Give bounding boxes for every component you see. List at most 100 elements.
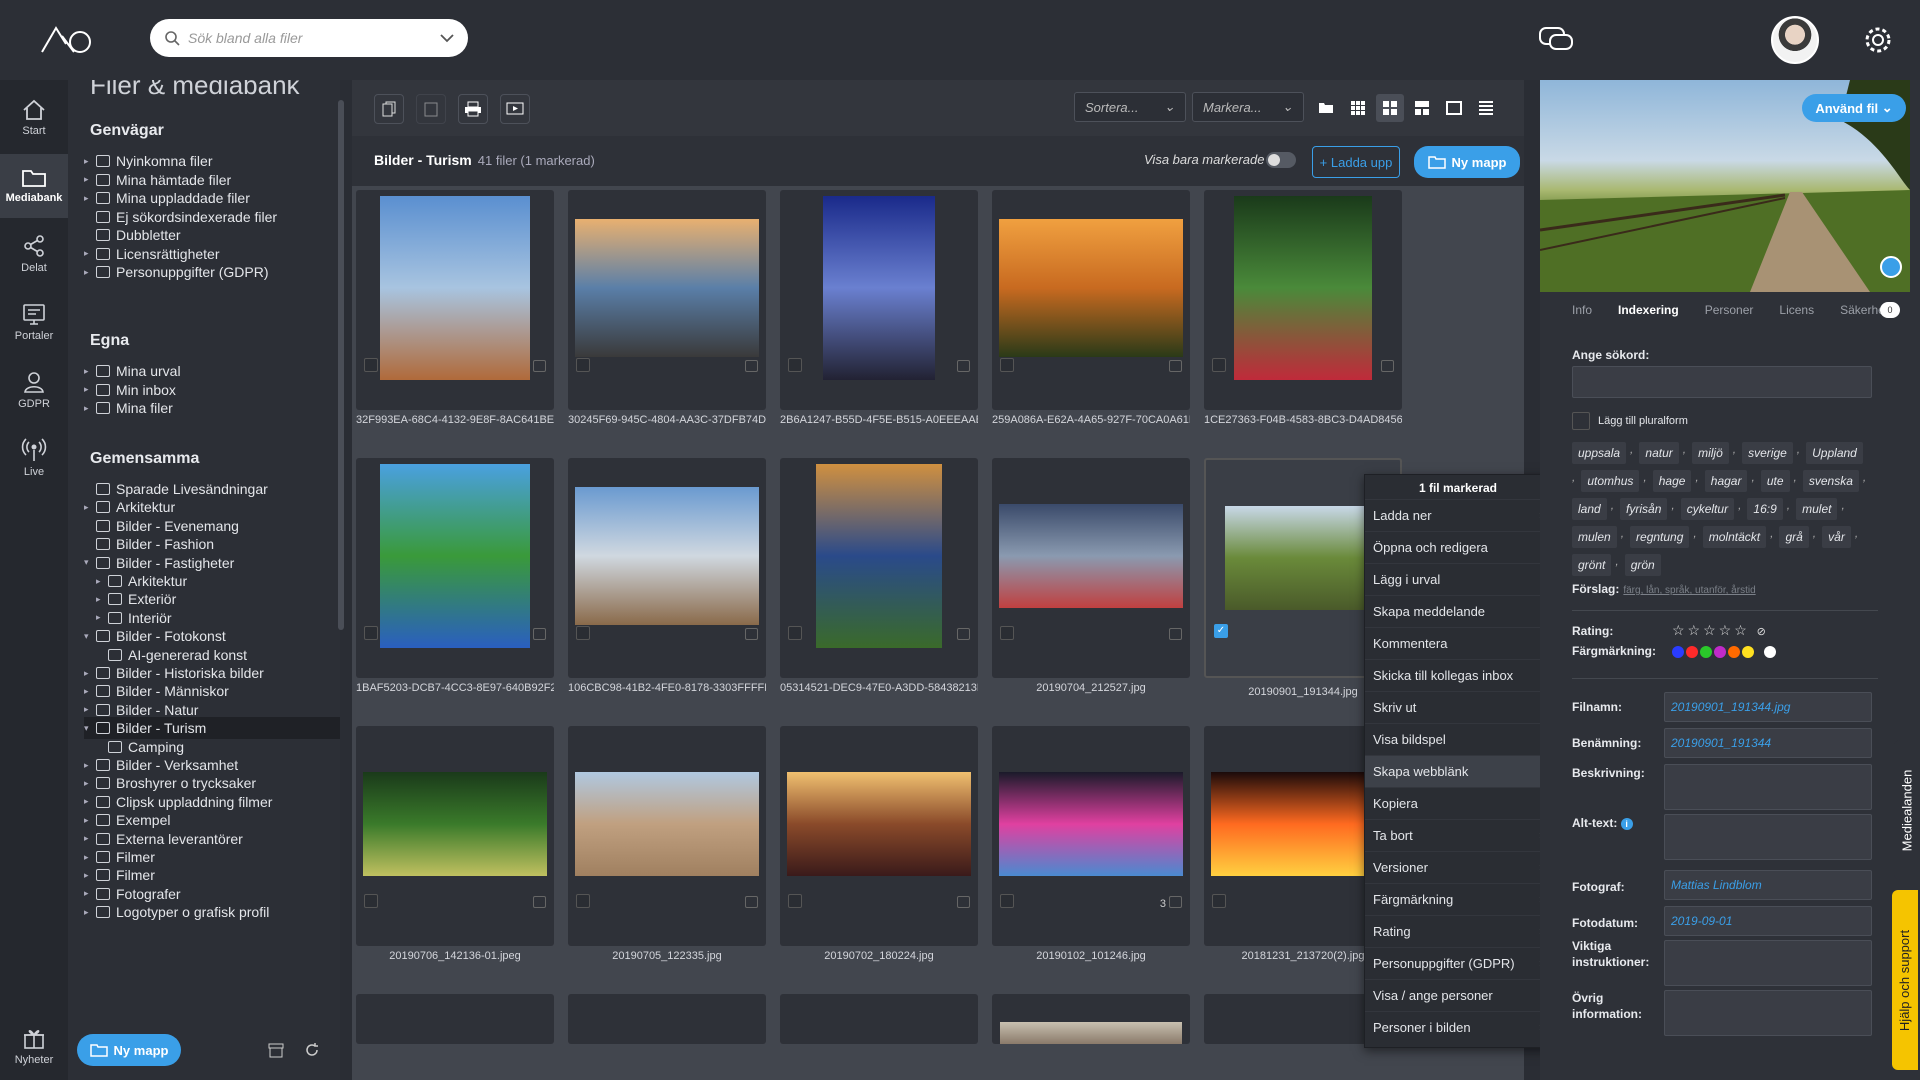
slideshow-button[interactable] [500,94,530,124]
chevron-right-icon[interactable]: ▸ [84,815,96,826]
keyword-tag[interactable]: ute [1760,470,1790,492]
context-menu-item[interactable]: Ta bort› [1365,819,1551,851]
keyword-tag[interactable]: miljö [1692,442,1729,464]
context-menu-item[interactable]: Skapa meddelande [1365,595,1551,627]
info-icon[interactable]: i [1620,818,1633,830]
alt-text-field[interactable] [1664,814,1872,860]
view-folders-button[interactable] [1312,94,1340,122]
photographer-field[interactable]: Mattias Lindblom [1664,870,1872,900]
nav-live[interactable]: Live [0,426,68,490]
chevron-right-icon[interactable]: ▸ [84,852,96,863]
context-menu-item[interactable]: Rating› [1365,915,1551,947]
app-logo[interactable] [40,22,104,56]
help-side-tab[interactable]: Hjälp och support [1892,890,1918,1070]
tab-personer[interactable]: Personer [1705,303,1754,317]
file-thumbnail[interactable] [568,196,766,380]
keyword-tag[interactable]: grå [1779,526,1809,548]
chevron-right-icon[interactable]: ▸ [96,612,108,623]
file-card[interactable]: 106CBC98-41B2-4FE0-8178-3303FFFFE1... [568,458,766,694]
rating-stars[interactable]: ☆☆☆☆☆ ⊘ [1672,622,1769,639]
instructions-field[interactable] [1664,940,1872,986]
tree-scrollbar[interactable] [338,100,344,630]
chevron-right-icon[interactable]: ▸ [84,870,96,881]
nav-mediabank[interactable]: Mediabank [0,154,68,218]
keyword-tag[interactable]: regntung [1630,526,1690,548]
only-marked-toggle[interactable] [1266,152,1296,168]
context-menu-item[interactable]: Öppna och redigera [1365,531,1551,563]
context-menu-item[interactable]: Lägg i urval [1365,563,1551,595]
name-field[interactable]: 20190901_191344 [1664,728,1872,758]
context-menu-item[interactable]: Visa bildspel [1365,723,1551,755]
file-card[interactable] [780,994,978,1044]
search-input[interactable]: Sök bland alla filer [150,19,468,57]
tab-indexering[interactable]: Indexering [1618,303,1679,317]
sort-select[interactable]: Sortera... ⌄ [1074,92,1186,122]
keyword-tag[interactable]: hage [1652,470,1692,492]
context-menu-item[interactable]: Färgmärkning› [1365,883,1551,915]
details-icon[interactable] [533,628,546,640]
tree-item[interactable]: ▸ Personuppgifter (GDPR) [84,261,269,283]
details-icon[interactable] [745,360,758,372]
select-checkbox[interactable] [576,358,590,372]
color-green[interactable] [1700,646,1712,658]
file-card[interactable]: 20190702_180224.jpg [780,726,978,962]
view-list-button[interactable] [1472,94,1500,122]
select-checkbox[interactable] [788,894,802,908]
file-thumbnail[interactable] [356,196,554,380]
context-menu-item[interactable]: Visa / ange personer [1365,979,1551,1011]
select-checkbox[interactable] [576,894,590,908]
print-button[interactable] [458,94,488,124]
file-card[interactable]: 32F993EA-68C4-4132-9E8F-8AC641BE5... [356,190,554,426]
file-thumbnail[interactable] [356,732,554,916]
paste-button[interactable] [416,94,446,124]
details-icon[interactable] [1169,896,1182,908]
other-info-field[interactable] [1664,990,1872,1036]
details-icon[interactable] [957,896,970,908]
tree-item[interactable]: ▸ Logotyper o grafisk profil [84,901,269,923]
file-card[interactable]: 1CE27363-F04B-4583-8BC3-D4AD84560... [1204,190,1402,426]
chevron-down-icon[interactable]: ▾ [84,723,96,734]
details-icon[interactable] [957,360,970,372]
file-card[interactable]: 05314521-DEC9-47E0-A3DD-58438213E... [780,458,978,694]
chevron-right-icon[interactable]: ▸ [84,907,96,918]
select-checkbox[interactable] [1212,358,1226,372]
chevron-right-icon[interactable]: ▸ [84,760,96,771]
view-small-grid-button[interactable] [1344,94,1372,122]
context-menu-item[interactable]: Kopiera [1365,787,1551,819]
file-thumbnail[interactable] [780,464,978,648]
view-large-button[interactable] [1440,94,1468,122]
chat-icon[interactable] [1538,26,1574,54]
chevron-right-icon[interactable]: ▸ [96,594,108,605]
context-menu-item[interactable]: Personuppgifter (GDPR)› [1365,947,1551,979]
chevron-down-icon[interactable]: ▾ [84,631,96,642]
plural-checkbox[interactable] [1572,412,1590,430]
chevron-right-icon[interactable]: ▸ [84,704,96,715]
file-thumbnail[interactable] [1204,196,1402,380]
zoom-icon[interactable] [1880,256,1902,278]
keyword-tag[interactable]: mulet [1796,498,1838,520]
keyword-tag[interactable]: mulen [1572,526,1617,548]
view-grid-button[interactable] [1376,94,1404,122]
details-icon[interactable] [745,896,758,908]
file-thumbnail[interactable] [992,464,1190,648]
select-checkbox[interactable] [1000,358,1014,372]
chevron-right-icon[interactable]: ▸ [84,403,96,414]
mark-select[interactable]: Markera... ⌄ [1192,92,1304,122]
tree-item[interactable]: ▸ Mina filer [84,397,173,419]
select-checkbox[interactable] [1000,626,1014,640]
select-checkbox[interactable] [364,894,378,908]
nav-delat[interactable]: Delat [0,222,68,286]
details-icon[interactable] [1381,360,1394,372]
color-none[interactable] [1764,646,1776,658]
user-avatar[interactable] [1771,16,1819,64]
select-checkbox[interactable] [364,626,378,640]
chevron-right-icon[interactable]: ▸ [84,174,96,185]
keyword-tag[interactable]: vår [1822,526,1851,548]
file-thumbnail[interactable] [992,196,1190,380]
context-menu-item[interactable]: Skapa webblänk [1365,755,1551,787]
details-icon[interactable] [533,360,546,372]
details-icon[interactable] [957,628,970,640]
media-side-tab[interactable]: Mediealanden [1894,740,1920,880]
keyword-tag[interactable]: fyrisån [1620,498,1668,520]
description-field[interactable] [1664,764,1872,810]
